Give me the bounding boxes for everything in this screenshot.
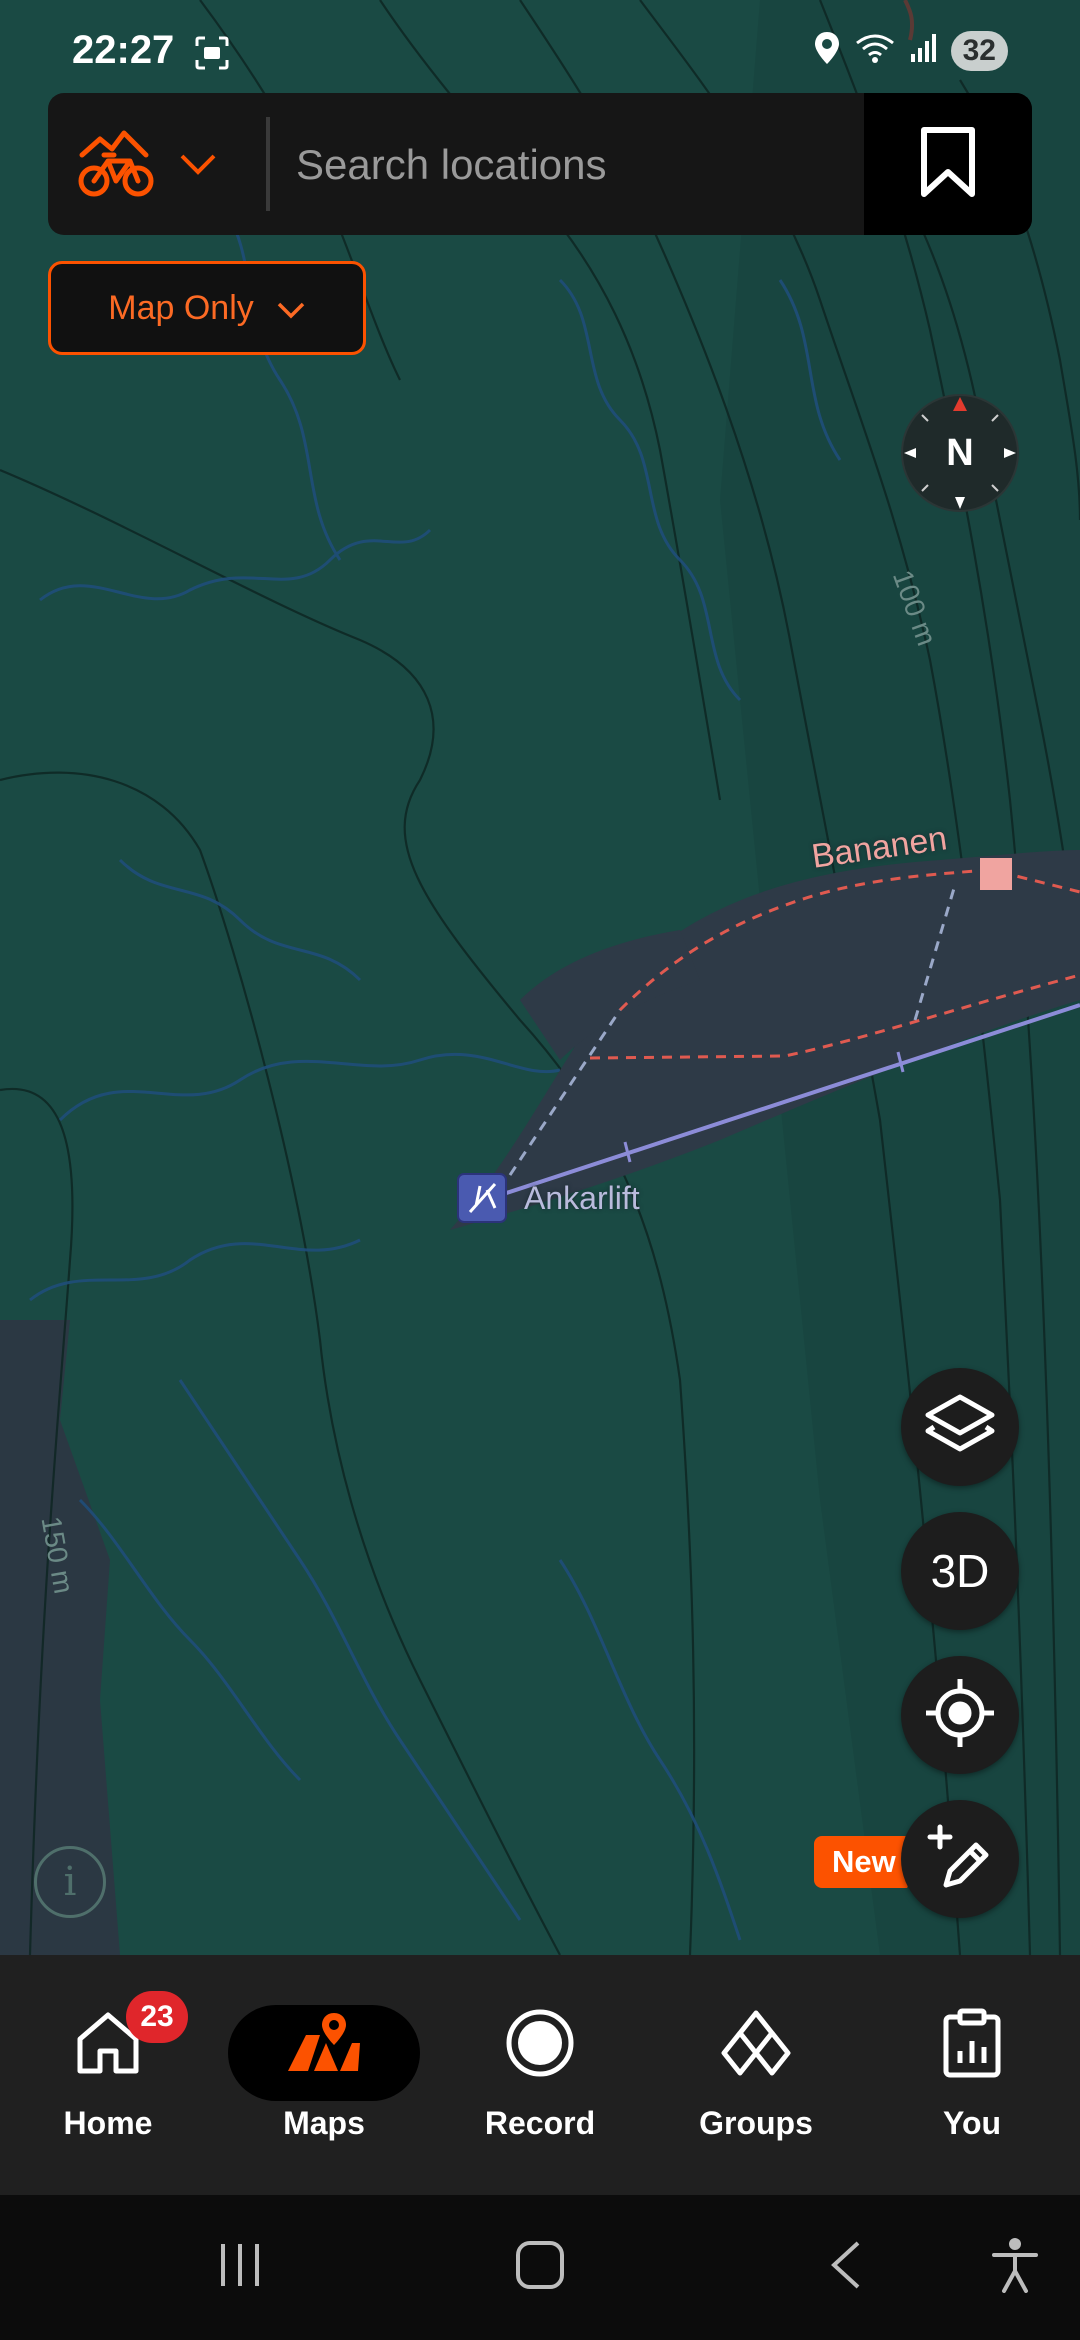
accessibility-button[interactable] bbox=[960, 2195, 1070, 2340]
home-square-icon bbox=[514, 2239, 566, 2296]
mountain-bike-icon bbox=[78, 125, 156, 208]
map-filter-label: Map Only bbox=[108, 288, 254, 327]
accessibility-icon bbox=[990, 2237, 1040, 2298]
nav-record[interactable]: Record bbox=[432, 1955, 648, 2195]
recent-apps-icon bbox=[215, 2240, 265, 2295]
create-route-button[interactable] bbox=[901, 1800, 1019, 1918]
status-bar: 22:27 32 bbox=[0, 0, 1080, 100]
recent-apps-button[interactable] bbox=[180, 2195, 300, 2340]
wifi-icon bbox=[855, 31, 895, 70]
locate-me-button[interactable] bbox=[901, 1656, 1019, 1774]
bookmark-icon bbox=[920, 126, 976, 203]
system-navigation-bar bbox=[0, 2195, 1080, 2340]
nav-maps[interactable]: Maps bbox=[216, 1955, 432, 2195]
signal-icon bbox=[909, 32, 937, 69]
battery-indicator: 32 bbox=[950, 30, 1008, 71]
chevron-down-icon bbox=[276, 289, 306, 328]
status-time: 22:27 bbox=[72, 28, 175, 72]
map-filter-dropdown[interactable]: Map Only bbox=[48, 261, 366, 355]
map-label-ankarlift[interactable]: Ankarlift bbox=[524, 1180, 640, 1217]
nav-groups-label: Groups bbox=[699, 2105, 813, 2141]
search-bar bbox=[48, 93, 1032, 235]
maps-icon bbox=[284, 2007, 364, 2084]
home-system-button[interactable] bbox=[480, 2195, 600, 2340]
3d-label: 3D bbox=[930, 1545, 990, 1597]
nav-home[interactable]: 23 Home bbox=[0, 1955, 216, 2195]
status-icons: 32 bbox=[813, 30, 1008, 71]
sport-type-selector[interactable] bbox=[78, 125, 218, 208]
nav-record-label: Record bbox=[484, 2105, 596, 2141]
location-icon bbox=[813, 30, 841, 71]
nav-maps-label: Maps bbox=[283, 2105, 365, 2141]
map-info-button[interactable]: i bbox=[34, 1846, 106, 1918]
compass-north-label: N bbox=[946, 432, 974, 474]
search-divider bbox=[266, 117, 270, 211]
nav-you[interactable]: You bbox=[864, 1955, 1080, 2195]
screenshot-icon bbox=[193, 34, 231, 77]
3d-toggle-button[interactable]: 3D bbox=[901, 1512, 1019, 1630]
back-button[interactable] bbox=[786, 2195, 906, 2340]
crosshair-icon bbox=[924, 1677, 996, 1754]
nav-you-label: You bbox=[942, 2105, 1002, 2141]
layers-icon bbox=[924, 1393, 996, 1462]
record-icon bbox=[504, 2007, 576, 2084]
chevron-down-icon bbox=[178, 152, 218, 181]
map-layers-button[interactable] bbox=[901, 1368, 1019, 1486]
back-icon bbox=[826, 2239, 866, 2296]
you-icon bbox=[936, 2007, 1008, 2084]
saved-button[interactable] bbox=[864, 93, 1032, 235]
notification-badge: 23 bbox=[126, 1991, 188, 2043]
nav-home-label: Home bbox=[63, 2105, 153, 2141]
compass-button[interactable]: N bbox=[900, 393, 1020, 513]
bottom-navigation: 23 Home Maps Record Groups You bbox=[0, 1955, 1080, 2195]
search-input[interactable] bbox=[294, 129, 898, 201]
nav-groups[interactable]: Groups bbox=[648, 1955, 864, 2195]
groups-icon bbox=[720, 2007, 792, 2084]
draw-route-icon bbox=[924, 1821, 996, 1898]
